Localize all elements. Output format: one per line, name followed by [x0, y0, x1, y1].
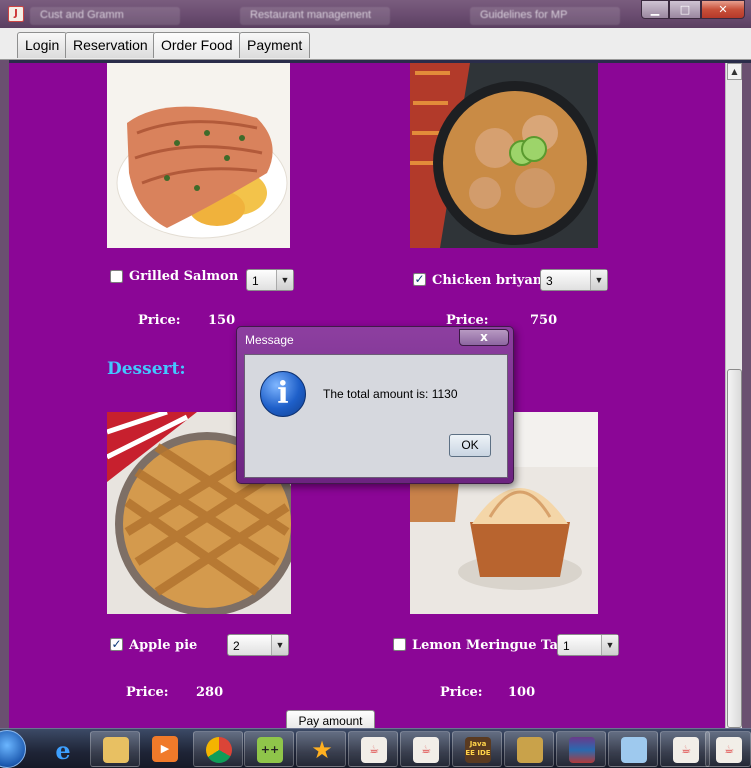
window-border [742, 63, 751, 728]
scrollbar-thumb[interactable] [727, 369, 742, 728]
taskbar-item-star[interactable]: ★ [296, 731, 346, 767]
dessert-section-heading: Dessert: [107, 359, 186, 379]
grilled-salmon-checkbox[interactable] [110, 270, 123, 283]
dialog-title: Message [245, 333, 294, 347]
chicken-briyani-checkbox[interactable]: ✓ [413, 273, 426, 286]
chicken-briyani-quantity-select[interactable]: 3 ▼ [540, 269, 608, 291]
tab-payment[interactable]: Payment [239, 32, 311, 58]
title-bar: J Cust and Gramm Restaurant management G… [0, 0, 751, 28]
quantity-value: 1 [563, 639, 570, 653]
taskbar-item-tool[interactable] [504, 731, 554, 767]
chicken-briyani-image [410, 63, 598, 248]
grilled-salmon-image [107, 63, 290, 248]
background-tab: Cust and Gramm [30, 7, 180, 25]
minimize-button[interactable]: ▁ [641, 0, 669, 19]
taskbar-item-java[interactable]: ☕ [660, 731, 710, 767]
chicken-briyani-label: Chicken briyani [432, 273, 548, 288]
taskbar-item-java[interactable]: ☕ [400, 731, 450, 767]
java-icon: ☕ [673, 737, 699, 763]
explorer-icon [103, 737, 129, 763]
taskbar-item-media-player[interactable]: ▶ [140, 731, 190, 767]
java-icon: ☕ [361, 737, 387, 763]
taskbar-item-notepad-plus[interactable]: ++ [244, 731, 294, 767]
vertical-scrollbar[interactable]: ▲ [725, 63, 742, 728]
star-icon: ★ [311, 736, 333, 764]
chrome-icon [206, 737, 232, 763]
taskbar: e ▶ ++ ★ ☕ ☕ Java EE IDE ☕ ☕ [0, 728, 751, 768]
dialog-message: The total amount is: 1130 [323, 387, 458, 401]
ok-button[interactable]: OK [449, 434, 491, 457]
winrar-icon [569, 737, 595, 763]
grilled-salmon-quantity-select[interactable]: 1 ▼ [246, 269, 294, 291]
tab-reservation[interactable]: Reservation [65, 32, 156, 58]
close-button[interactable]: ✕ [701, 0, 745, 19]
apple-pie-checkbox[interactable]: ✓ [110, 638, 123, 651]
chicken-briyani-price: 750 [530, 313, 558, 328]
java-icon: ☕ [413, 737, 439, 763]
virtualbox-icon [621, 737, 647, 763]
tab-strip: Login Reservation Order Food Payment [0, 28, 751, 60]
quantity-value: 1 [252, 274, 259, 288]
apple-pie-label: Apple pie [129, 638, 198, 653]
price-label: Price: [440, 685, 483, 700]
apple-pie-quantity-select[interactable]: 2 ▼ [227, 634, 289, 656]
apple-pie-price: 280 [196, 685, 224, 700]
taskbar-item-ie[interactable]: e [38, 731, 88, 767]
grilled-salmon-price: 150 [208, 313, 236, 328]
java-ee-ide-icon: Java EE IDE [465, 737, 491, 763]
java-icon: ☕ [716, 737, 742, 763]
taskbar-item-java[interactable]: ☕ [705, 731, 751, 767]
pay-amount-button[interactable]: Pay amount [286, 710, 375, 728]
price-label: Price: [138, 313, 181, 328]
price-label: Price: [126, 685, 169, 700]
taskbar-item-java-ee-ide[interactable]: Java EE IDE [452, 731, 502, 767]
quantity-value: 2 [233, 639, 240, 653]
chevron-down-icon: ▼ [590, 270, 607, 290]
ie-icon: e [55, 736, 71, 765]
scroll-up-arrow-icon[interactable]: ▲ [727, 63, 742, 80]
media-player-icon: ▶ [152, 736, 178, 762]
lemon-meringue-tart-price: 100 [508, 685, 536, 700]
taskbar-item-java[interactable]: ☕ [348, 731, 398, 767]
message-dialog: Message x i The total amount is: 1130 OK [236, 326, 514, 484]
maximize-button[interactable]: □ [669, 0, 701, 19]
start-orb[interactable] [0, 730, 26, 768]
background-tab: Restaurant management [240, 7, 390, 25]
background-tab: Guidelines for MP [470, 7, 620, 25]
lemon-meringue-tart-quantity-select[interactable]: 1 ▼ [557, 634, 619, 656]
taskbar-item-virtualbox[interactable] [608, 731, 658, 767]
dialog-body: i The total amount is: 1130 OK [244, 354, 508, 478]
chevron-down-icon: ▼ [601, 635, 618, 655]
lemon-meringue-tart-label: Lemon Meringue Tart [412, 638, 571, 653]
java-app-icon[interactable]: J [8, 6, 24, 22]
lemon-meringue-tart-checkbox[interactable] [393, 638, 406, 651]
info-icon: i [260, 371, 306, 417]
grilled-salmon-label: Grilled Salmon [129, 269, 239, 284]
chevron-down-icon: ▼ [276, 270, 293, 290]
taskbar-item-chrome[interactable] [193, 731, 243, 767]
tab-login[interactable]: Login [17, 32, 68, 58]
notepad-plus-icon: ++ [257, 737, 283, 763]
dialog-close-button[interactable]: x [459, 329, 509, 346]
application-window: J Cust and Gramm Restaurant management G… [0, 0, 751, 768]
window-border [0, 60, 9, 728]
chevron-down-icon: ▼ [271, 635, 288, 655]
taskbar-item-explorer[interactable] [90, 731, 140, 767]
tool-icon [517, 737, 543, 763]
tab-order-food[interactable]: Order Food [153, 32, 241, 58]
taskbar-item-winrar[interactable] [556, 731, 606, 767]
quantity-value: 3 [546, 274, 553, 288]
